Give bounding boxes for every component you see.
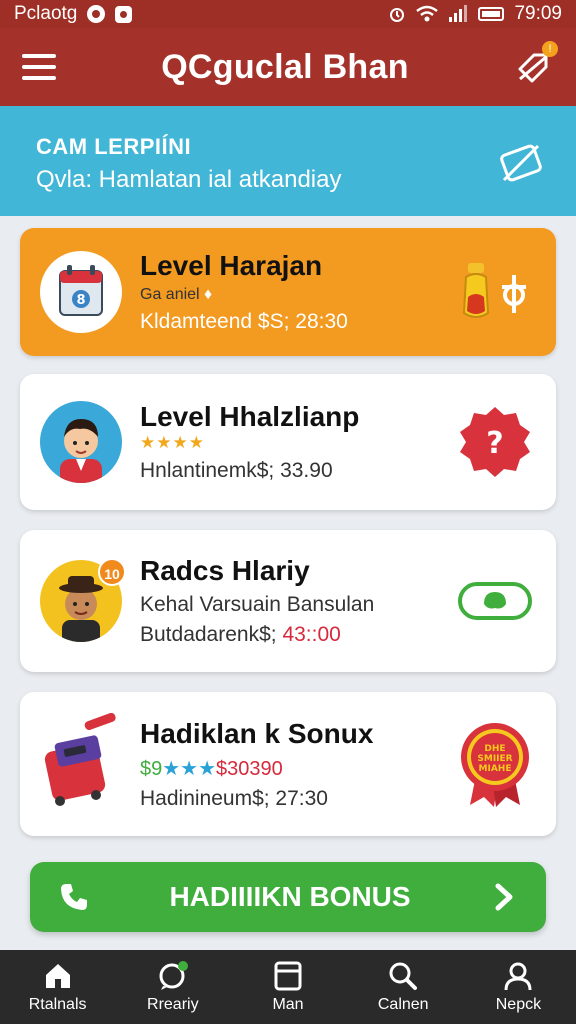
app-title: QCguclal Bhan	[161, 47, 409, 86]
app-bar: QCguclal Bhan !	[0, 28, 576, 106]
level-card-2[interactable]: Level Hhalzlianp ★★★★ Hnlantinemk$; 33.9…	[20, 374, 556, 510]
card-title: Hadiklan k Sonux	[140, 717, 374, 749]
nav-label: Man	[272, 996, 304, 1013]
nav-item-search[interactable]: Calnen	[346, 950, 461, 1024]
nav-item-profile[interactable]: Nepck	[461, 950, 576, 1024]
wifi-icon	[416, 5, 439, 22]
svg-text:8: 8	[76, 293, 85, 308]
nav-label: Rtalnals	[28, 996, 87, 1013]
suitcase-avatar	[40, 712, 122, 806]
bonus-button[interactable]: HADIIIIKN BONUS	[30, 862, 546, 932]
award-ribbon-button[interactable]: DHE SMIIER MIAHE	[454, 723, 536, 807]
search-icon	[389, 962, 418, 990]
window-icon	[274, 961, 302, 991]
profile-icon	[504, 962, 532, 991]
no-ticket-icon[interactable]	[498, 140, 544, 186]
card-badge: ?	[486, 426, 503, 461]
card-detail: Hnlantinemk$; 33.90	[140, 459, 333, 482]
card-title: Level Hhalzlianp	[140, 401, 360, 432]
level-card-4[interactable]: Hadiklan k Sonux $9★★★$30390 Hadinineum$…	[20, 692, 556, 836]
help-button[interactable]: ?	[454, 401, 536, 483]
home-icon	[45, 964, 70, 988]
phone-icon	[61, 884, 87, 910]
svg-text:SMIIER: SMIIER	[477, 754, 512, 764]
notification-badge: !	[542, 41, 558, 57]
chat-icon	[159, 961, 188, 990]
rating-stars: ★★★★	[140, 433, 205, 452]
app-notification-icon	[115, 5, 133, 23]
menu-icon[interactable]	[22, 54, 56, 80]
status-carrier: Pclaotg	[14, 3, 78, 24]
card-subtitle: Ga aniel ♦	[140, 286, 213, 303]
nav-label: Nepck	[495, 996, 542, 1013]
avatar-badge: 10	[98, 558, 126, 586]
svg-text:MIAHE: MIAHE	[479, 764, 512, 774]
banner-subtitle: Qvla: Hamlatan ial atkandiay	[36, 166, 342, 193]
question-badge-icon: ?	[460, 407, 530, 477]
toggle-button[interactable]	[454, 560, 536, 642]
status-time: 79:09	[514, 3, 562, 24]
card-title: Level Harajan	[140, 250, 323, 281]
boy-icon	[60, 419, 102, 483]
signal-icon	[449, 5, 468, 22]
bonus-button-label: HADIIIIKN BONUS	[169, 881, 411, 912]
nav-label: Calnen	[377, 996, 429, 1013]
notification-icon	[87, 5, 106, 23]
bottle-icon	[462, 263, 526, 318]
nav-label: Rreariy	[147, 996, 199, 1013]
notifications-button[interactable]: !	[514, 41, 558, 87]
calendar-avatar: 8	[40, 251, 122, 333]
boy-avatar	[40, 401, 122, 483]
promo-banner[interactable]: CAM LERPIÍNI Qvla: Hamlatan ial atkandia…	[0, 106, 576, 216]
battery-icon	[478, 7, 505, 21]
award-ribbon-icon: DHE SMIIER MIAHE	[461, 723, 529, 807]
alarm-icon	[390, 8, 405, 22]
nav-item-window[interactable]: Man	[230, 950, 345, 1024]
nav-item-chat[interactable]: Rreariy	[115, 950, 230, 1024]
svg-text:DHE: DHE	[484, 744, 505, 754]
add-bottle-button[interactable]	[454, 251, 536, 333]
card-detail: Hadinineum$; 27:30	[140, 786, 328, 810]
card-subtitle: Kehal Varsuain Bansulan	[140, 593, 375, 616]
card-price: $9★★★$30390	[140, 757, 283, 780]
level-card-1[interactable]: 8 Level Harajan Ga aniel ♦ Kldamteend $S…	[20, 228, 556, 356]
card-detail: Butdadarenk$; 43::00	[140, 623, 341, 646]
status-bar: Pclaotg 79:09	[0, 0, 576, 28]
man-avatar-wrap: 10	[40, 558, 126, 642]
toggle-icon	[458, 582, 532, 620]
card-title: Radcs Hlariy	[140, 555, 310, 586]
calendar-icon: 8	[59, 265, 103, 316]
bottom-nav: Rtalnals Rreariy Man Calnen Nepck	[0, 950, 576, 1024]
suitcase-icon	[44, 712, 116, 806]
level-card-3[interactable]: 10 Radcs Hlariy Kehal Varsuain Bansulan …	[20, 530, 556, 672]
chevron-right-icon	[495, 883, 513, 911]
nav-item-home[interactable]: Rtalnals	[0, 950, 115, 1024]
banner-title: CAM LERPIÍNI	[36, 134, 192, 159]
card-detail: Kldamteend $S; 28:30	[140, 310, 348, 333]
